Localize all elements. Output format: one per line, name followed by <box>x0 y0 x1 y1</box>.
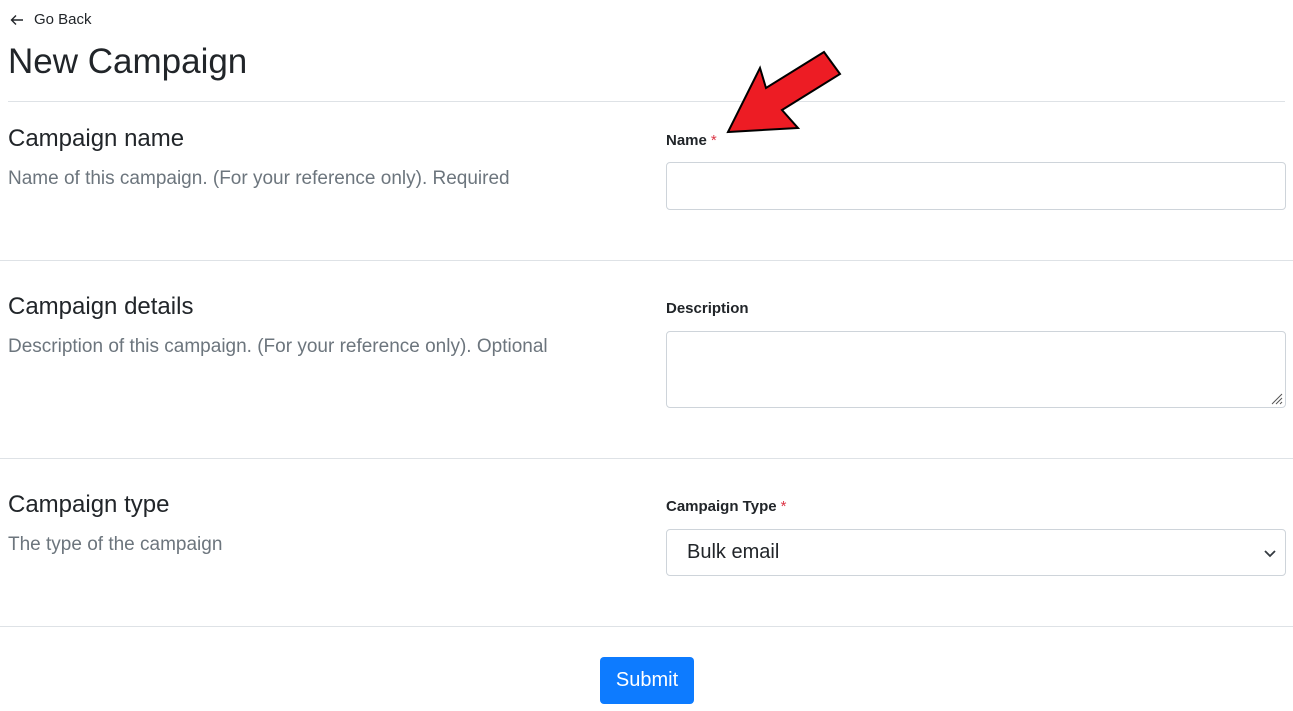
section-description-campaign-name: Name of this campaign. (For your referen… <box>8 168 510 189</box>
campaign-type-selected-value: Bulk email <box>687 541 780 563</box>
required-mark: * <box>710 132 717 149</box>
name-field-label: Name * <box>666 132 717 149</box>
campaign-type-select[interactable]: Bulk email <box>666 529 1286 576</box>
section-title-campaign-type: Campaign type <box>8 491 170 518</box>
go-back-link[interactable]: Go Back <box>10 11 92 28</box>
divider <box>0 458 1293 459</box>
campaign-type-label-text: Campaign Type <box>666 498 777 515</box>
description-textarea[interactable] <box>666 331 1286 408</box>
red-annotation-arrow-icon <box>726 50 842 134</box>
page-title: New Campaign <box>8 42 248 81</box>
name-label-text: Name <box>666 132 707 149</box>
divider <box>0 626 1293 627</box>
section-title-campaign-details: Campaign details <box>8 293 194 320</box>
chevron-down-icon <box>1264 550 1276 558</box>
required-mark: * <box>780 498 787 515</box>
divider <box>0 260 1293 261</box>
section-description-campaign-details: Description of this campaign. (For your … <box>8 336 548 357</box>
section-title-campaign-name: Campaign name <box>8 125 185 152</box>
section-description-campaign-type: The type of the campaign <box>8 534 223 555</box>
name-input[interactable] <box>666 162 1286 210</box>
submit-button[interactable]: Submit <box>600 657 694 704</box>
resize-grip-icon[interactable] <box>1269 391 1283 405</box>
go-back-label: Go Back <box>34 11 92 28</box>
divider <box>8 101 1285 102</box>
arrow-left-icon <box>10 14 23 25</box>
campaign-type-field-label: Campaign Type * <box>666 498 786 515</box>
description-field-label: Description <box>666 300 749 317</box>
